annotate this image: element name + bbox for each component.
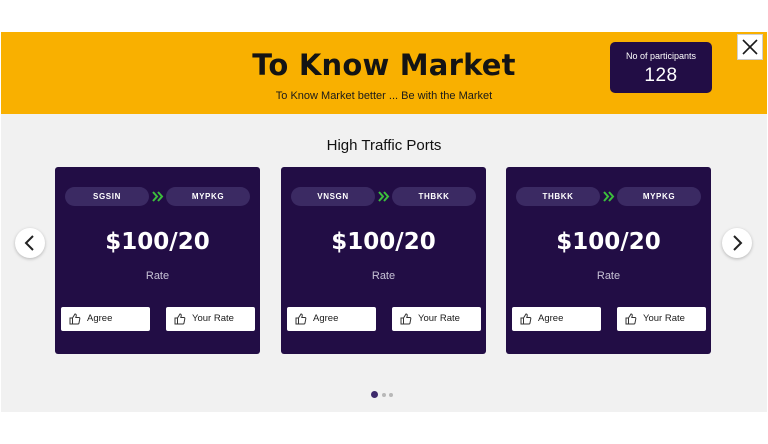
origin-port: VNSGN	[291, 187, 375, 206]
thumbs-up-icon	[520, 313, 532, 325]
route: VNSGN THBKK	[291, 187, 476, 206]
pagination-dot-active[interactable]	[371, 391, 378, 398]
rate-label: Rate	[371, 270, 396, 282]
pagination-dot[interactable]	[389, 393, 393, 397]
your-rate-label: Your Rate	[192, 313, 234, 324]
thumbs-up-icon	[69, 313, 81, 325]
rate-label: Rate	[145, 270, 170, 282]
carousel-prev-button[interactable]	[15, 228, 45, 258]
port-card: VNSGN THBKK $100/20 Rate Agree Your Rate	[281, 167, 486, 354]
thumbs-up-icon	[295, 313, 307, 325]
rate-value: $100/20	[105, 229, 210, 255]
your-rate-button[interactable]: Your Rate	[392, 307, 481, 331]
rate-value: $100/20	[331, 229, 436, 255]
your-rate-button[interactable]: Your Rate	[617, 307, 706, 331]
agree-button[interactable]: Agree	[287, 307, 376, 331]
thumbs-up-icon	[400, 313, 412, 325]
your-rate-label: Your Rate	[643, 313, 685, 324]
double-chevron-right-icon	[152, 191, 164, 202]
close-icon	[742, 39, 758, 55]
agree-label: Agree	[313, 313, 339, 324]
close-button[interactable]	[737, 34, 763, 60]
origin-port: THBKK	[516, 187, 600, 206]
port-card: SGSIN MYPKG $100/20 Rate Agree Your Rate	[55, 167, 260, 354]
pagination-dot[interactable]	[382, 393, 386, 397]
route: SGSIN MYPKG	[65, 187, 250, 206]
route: THBKK MYPKG	[516, 187, 701, 206]
destination-port: MYPKG	[617, 187, 701, 206]
rate-label: Rate	[596, 270, 621, 282]
agree-label: Agree	[87, 313, 113, 324]
port-card: THBKK MYPKG $100/20 Rate Agree Your Rate	[506, 167, 711, 354]
destination-port: MYPKG	[166, 187, 250, 206]
double-chevron-right-icon	[378, 191, 390, 202]
participants-badge: No of participants 128	[610, 42, 712, 93]
section-title: High Traffic Ports	[326, 137, 442, 154]
agree-button[interactable]: Agree	[512, 307, 601, 331]
chevron-right-icon	[733, 235, 743, 251]
agree-button[interactable]: Agree	[61, 307, 150, 331]
rate-value: $100/20	[556, 229, 661, 255]
double-chevron-right-icon	[603, 191, 615, 202]
chevron-left-icon	[24, 235, 34, 251]
your-rate-button[interactable]: Your Rate	[166, 307, 255, 331]
origin-port: SGSIN	[65, 187, 149, 206]
content-area: High Traffic Ports SGSIN MYPKG $100/20 R	[1, 114, 767, 412]
participants-count: 128	[644, 65, 678, 86]
thumbs-up-icon	[174, 313, 186, 325]
header-banner: To Know Market To Know Market better ...…	[1, 32, 767, 114]
carousel-next-button[interactable]	[722, 228, 752, 258]
your-rate-label: Your Rate	[418, 313, 460, 324]
agree-label: Agree	[538, 313, 564, 324]
thumbs-up-icon	[625, 313, 637, 325]
modal: To Know Market To Know Market better ...…	[0, 0, 768, 444]
destination-port: THBKK	[392, 187, 476, 206]
participants-label: No of participants	[625, 51, 697, 61]
